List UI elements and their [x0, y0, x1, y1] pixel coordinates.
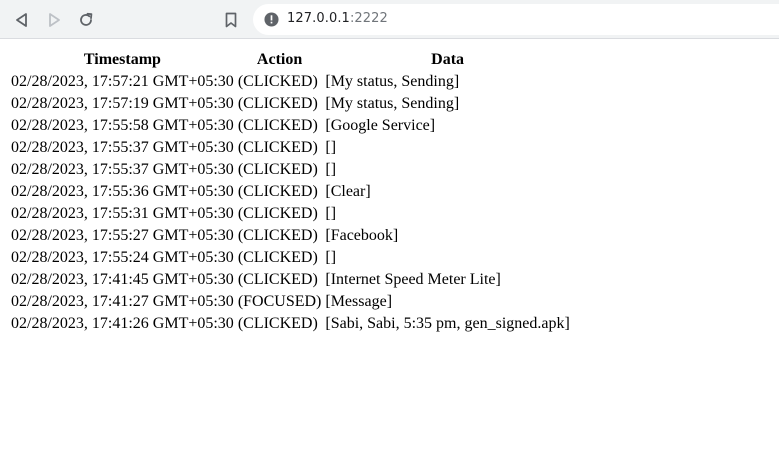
- table-row: 02/28/2023, 17:55:58 GMT+05:30 (CLICKED)…: [10, 116, 571, 136]
- cell-action: (CLICKED): [237, 95, 318, 112]
- cell-timestamp: 02/28/2023, 17:57:19 GMT+05:30: [11, 95, 234, 112]
- cell-action: (CLICKED): [237, 315, 318, 332]
- forward-arrow-icon: [49, 13, 60, 27]
- cell-action: (CLICKED): [237, 271, 318, 288]
- cell-timestamp: 02/28/2023, 17:57:21 GMT+05:30: [11, 73, 234, 90]
- cell-action: (CLICKED): [237, 249, 318, 266]
- table-row: 02/28/2023, 17:55:24 GMT+05:30 (CLICKED)…: [10, 248, 571, 268]
- cell-timestamp: 02/28/2023, 17:55:31 GMT+05:30: [11, 205, 234, 222]
- reload-icon: [80, 12, 93, 26]
- table-row: 02/28/2023, 17:41:45 GMT+05:30 (CLICKED)…: [10, 270, 571, 290]
- column-header-action: Action: [256, 51, 303, 68]
- table-row: 02/28/2023, 17:55:27 GMT+05:30 (CLICKED)…: [10, 226, 571, 246]
- cell-action: (CLICKED): [237, 139, 318, 156]
- url-port: :2222: [349, 11, 388, 26]
- cell-data: [My status, Sending]: [325, 95, 460, 112]
- cell-timestamp: 02/28/2023, 17:55:37 GMT+05:30: [11, 161, 234, 178]
- cell-data: [Clear]: [325, 183, 371, 200]
- cell-action: (CLICKED): [237, 227, 318, 244]
- browser-toolbar: 127.0.0.1:2222: [0, 0, 779, 39]
- cell-timestamp: 02/28/2023, 17:55:36 GMT+05:30: [11, 183, 234, 200]
- url-host: 127.0.0.1: [287, 11, 350, 26]
- table-row: 02/28/2023, 17:57:19 GMT+05:30 (CLICKED)…: [10, 94, 571, 114]
- cell-data: []: [325, 249, 337, 266]
- info-icon[interactable]: [264, 12, 279, 27]
- table-row: 02/28/2023, 17:41:27 GMT+05:30 (FOCUSED)…: [10, 292, 571, 312]
- cell-data: []: [325, 139, 337, 156]
- table-row: 02/28/2023, 17:55:37 GMT+05:30 (CLICKED)…: [10, 160, 571, 180]
- bookmark-button[interactable]: [219, 8, 243, 32]
- cell-data: [Message]: [325, 293, 393, 310]
- cell-data: [Internet Speed Meter Lite]: [325, 271, 501, 288]
- cell-data: [Sabi, Sabi, 5:35 pm, gen_signed.apk]: [325, 315, 570, 332]
- cell-data: [My status, Sending]: [325, 73, 460, 90]
- cell-action: (CLICKED): [237, 117, 318, 134]
- cell-data: []: [325, 161, 337, 178]
- cell-action: (FOCUSED): [237, 293, 322, 310]
- column-header-data: Data: [431, 51, 465, 68]
- cell-data: [Facebook]: [325, 227, 399, 244]
- bookmark-icon: [225, 12, 237, 28]
- column-header-timestamp: Timestamp: [83, 51, 161, 68]
- cell-timestamp: 02/28/2023, 17:41:45 GMT+05:30: [11, 271, 234, 288]
- cell-timestamp: 02/28/2023, 17:55:37 GMT+05:30: [11, 139, 234, 156]
- cell-data: [Google Service]: [325, 117, 436, 134]
- address-bar[interactable]: 127.0.0.1:2222: [253, 4, 779, 35]
- table-row: 02/28/2023, 17:55:37 GMT+05:30 (CLICKED)…: [10, 138, 571, 158]
- cell-action: (CLICKED): [237, 73, 318, 90]
- table-header-row: Timestamp Action Data: [10, 50, 571, 70]
- table-row: 02/28/2023, 17:41:26 GMT+05:30 (CLICKED)…: [10, 314, 571, 334]
- back-arrow-icon: [16, 13, 27, 27]
- cell-action: (CLICKED): [237, 183, 318, 200]
- back-button[interactable]: [10, 8, 34, 32]
- table-row: 02/28/2023, 17:57:21 GMT+05:30 (CLICKED)…: [10, 72, 571, 92]
- cell-data: []: [325, 205, 337, 222]
- log-table: Timestamp Action Data 02/28/2023, 17:57:…: [8, 48, 573, 336]
- cell-timestamp: 02/28/2023, 17:41:27 GMT+05:30: [11, 293, 234, 310]
- cell-action: (CLICKED): [237, 161, 318, 178]
- cell-action: (CLICKED): [237, 205, 318, 222]
- reload-button[interactable]: [74, 8, 98, 32]
- forward-button[interactable]: [42, 8, 66, 32]
- cell-timestamp: 02/28/2023, 17:55:27 GMT+05:30: [11, 227, 234, 244]
- url-text[interactable]: 127.0.0.1:2222: [287, 11, 388, 26]
- cell-timestamp: 02/28/2023, 17:55:58 GMT+05:30: [11, 117, 234, 134]
- page-content: Timestamp Action Data 02/28/2023, 17:57:…: [8, 48, 573, 336]
- cell-timestamp: 02/28/2023, 17:55:24 GMT+05:30: [11, 249, 234, 266]
- table-row: 02/28/2023, 17:55:36 GMT+05:30 (CLICKED)…: [10, 182, 571, 202]
- table-row: 02/28/2023, 17:55:31 GMT+05:30 (CLICKED)…: [10, 204, 571, 224]
- cell-timestamp: 02/28/2023, 17:41:26 GMT+05:30: [11, 315, 234, 332]
